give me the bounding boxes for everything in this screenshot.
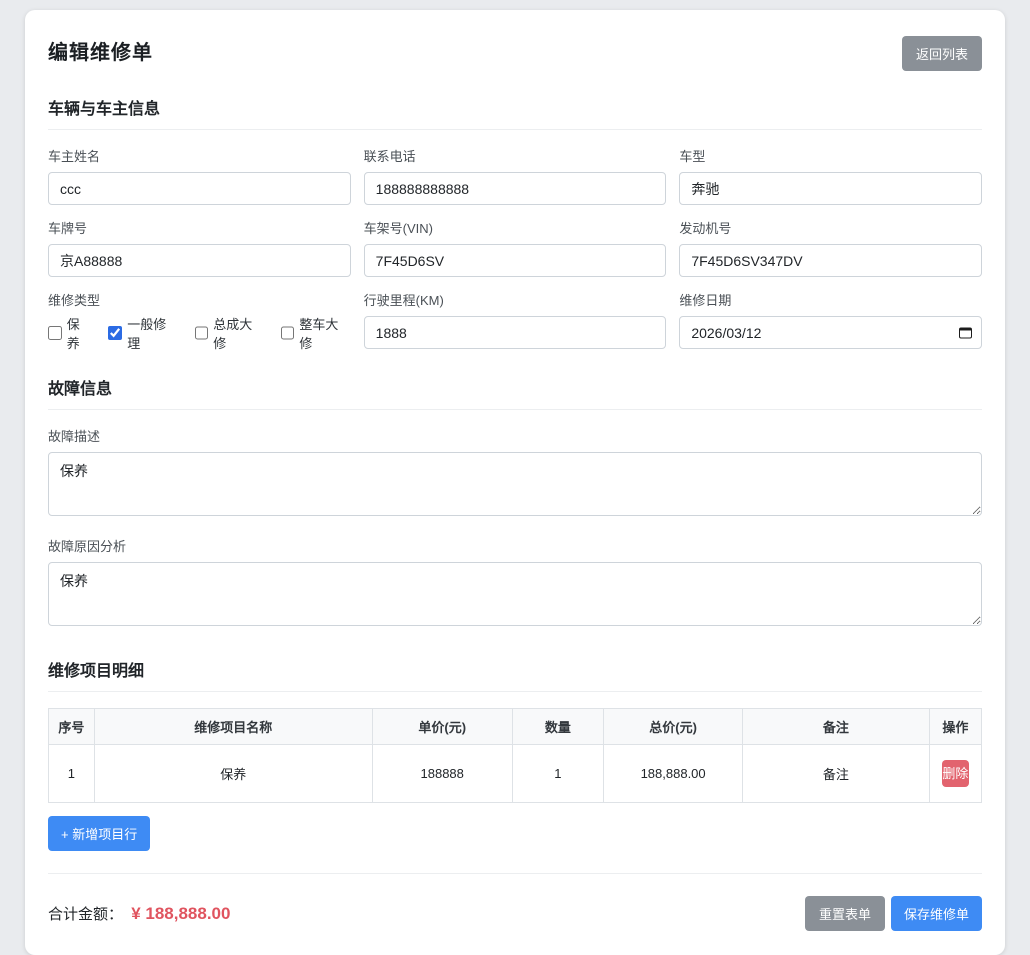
repair-type-option-label: 整车大修 bbox=[299, 314, 350, 352]
field-plate: 车牌号 bbox=[48, 218, 351, 277]
row-name-cell[interactable]: 保养 bbox=[94, 745, 372, 803]
total-amount-line: 合计金额： ¥ 188,888.00 bbox=[48, 903, 230, 924]
repair-type-option-label: 一般修理 bbox=[127, 314, 178, 352]
repair-type-option-zhengche[interactable]: 整车大修 bbox=[281, 314, 351, 352]
repair-type-checkbox-zongcheng[interactable] bbox=[195, 326, 209, 340]
field-mileage: 行驶里程(KM) bbox=[364, 290, 667, 349]
row-total-cell: 188,888.00 bbox=[604, 745, 743, 803]
field-repair-type: 维修类型 保养 一般修理 总成大修 整车大修 bbox=[48, 290, 351, 349]
repair-type-label: 维修类型 bbox=[48, 290, 351, 309]
col-header-qty: 数量 bbox=[512, 709, 603, 745]
owner-name-input[interactable] bbox=[48, 172, 351, 205]
repair-type-checkbox-zhengche[interactable] bbox=[281, 326, 295, 340]
row-remark-cell[interactable]: 备注 bbox=[743, 745, 930, 803]
repair-date-label: 维修日期 bbox=[679, 290, 982, 309]
mileage-label: 行驶里程(KM) bbox=[364, 290, 667, 309]
vehicle-form-grid: 车主姓名 联系电话 车型 车牌号 车架号(VIN) 发动机号 维修类型 bbox=[48, 146, 982, 349]
row-index-cell: 1 bbox=[49, 745, 95, 803]
model-label: 车型 bbox=[679, 146, 982, 165]
model-input[interactable] bbox=[679, 172, 982, 205]
repair-type-checkbox-baoyang[interactable] bbox=[48, 326, 62, 340]
vin-label: 车架号(VIN) bbox=[364, 218, 667, 237]
col-header-remark: 备注 bbox=[743, 709, 930, 745]
repair-type-option-label: 保养 bbox=[67, 314, 93, 352]
plate-input[interactable] bbox=[48, 244, 351, 277]
phone-label: 联系电话 bbox=[364, 146, 667, 165]
field-owner-name: 车主姓名 bbox=[48, 146, 351, 205]
fault-analysis-textarea[interactable]: 保养 bbox=[48, 562, 982, 626]
field-fault-analysis: 故障原因分析 保养 bbox=[48, 536, 982, 631]
field-model: 车型 bbox=[679, 146, 982, 205]
field-engine: 发动机号 bbox=[679, 218, 982, 277]
plate-label: 车牌号 bbox=[48, 218, 351, 237]
table-row: 1 保养 188888 1 188,888.00 备注 删除 bbox=[49, 745, 982, 803]
reset-form-button[interactable]: 重置表单 bbox=[805, 896, 885, 931]
total-amount-label: 合计金额： bbox=[48, 906, 123, 923]
owner-name-label: 车主姓名 bbox=[48, 146, 351, 165]
row-qty-cell[interactable]: 1 bbox=[512, 745, 603, 803]
repair-date-input[interactable] bbox=[679, 316, 982, 349]
repair-items-table: 序号 维修项目名称 单价(元) 数量 总价(元) 备注 操作 1 保养 1888… bbox=[48, 708, 982, 803]
repair-type-option-baoyang[interactable]: 保养 bbox=[48, 314, 92, 352]
section-heading-fault: 故障信息 bbox=[48, 375, 982, 410]
col-header-index: 序号 bbox=[49, 709, 95, 745]
field-fault-desc: 故障描述 保养 bbox=[48, 426, 982, 521]
col-header-name: 维修项目名称 bbox=[94, 709, 372, 745]
calendar-icon[interactable] bbox=[959, 327, 972, 338]
fault-analysis-label: 故障原因分析 bbox=[48, 536, 982, 555]
repair-date-wrap bbox=[679, 316, 982, 349]
back-to-list-button[interactable]: 返回列表 bbox=[902, 36, 982, 71]
fault-desc-textarea[interactable]: 保养 bbox=[48, 452, 982, 516]
field-vin: 车架号(VIN) bbox=[364, 218, 667, 277]
row-unit-price-cell[interactable]: 188888 bbox=[372, 745, 512, 803]
field-repair-date: 维修日期 bbox=[679, 290, 982, 349]
footer-buttons: 重置表单 保存维修单 bbox=[805, 896, 982, 931]
repair-type-checkbox-group: 保养 一般修理 总成大修 整车大修 bbox=[48, 316, 351, 349]
repair-type-option-label: 总成大修 bbox=[213, 314, 264, 352]
field-phone: 联系电话 bbox=[364, 146, 667, 205]
page-title: 编辑维修单 bbox=[48, 36, 153, 65]
add-item-row-button[interactable]: + 新增项目行 bbox=[48, 816, 150, 851]
card-header: 编辑维修单 返回列表 bbox=[48, 36, 982, 71]
section-heading-vehicle: 车辆与车主信息 bbox=[48, 95, 982, 130]
col-header-actions: 操作 bbox=[929, 709, 981, 745]
vin-input[interactable] bbox=[364, 244, 667, 277]
engine-input[interactable] bbox=[679, 244, 982, 277]
col-header-total: 总价(元) bbox=[604, 709, 743, 745]
table-header-row: 序号 维修项目名称 单价(元) 数量 总价(元) 备注 操作 bbox=[49, 709, 982, 745]
total-amount-value: ¥ 188,888.00 bbox=[131, 904, 230, 923]
repair-type-option-yiban[interactable]: 一般修理 bbox=[108, 314, 178, 352]
engine-label: 发动机号 bbox=[679, 218, 982, 237]
section-heading-items: 维修项目明细 bbox=[48, 657, 982, 692]
phone-input[interactable] bbox=[364, 172, 667, 205]
mileage-input[interactable] bbox=[364, 316, 667, 349]
delete-row-button[interactable]: 删除 bbox=[942, 760, 969, 788]
repair-order-card: 编辑维修单 返回列表 车辆与车主信息 车主姓名 联系电话 车型 车牌号 车架号(… bbox=[25, 10, 1005, 955]
repair-type-option-zongcheng[interactable]: 总成大修 bbox=[195, 314, 265, 352]
fault-desc-label: 故障描述 bbox=[48, 426, 982, 445]
save-repair-order-button[interactable]: 保存维修单 bbox=[891, 896, 982, 931]
repair-type-checkbox-yiban[interactable] bbox=[108, 326, 122, 340]
footer-bar: 合计金额： ¥ 188,888.00 重置表单 保存维修单 bbox=[48, 873, 982, 931]
col-header-unit-price: 单价(元) bbox=[372, 709, 512, 745]
row-actions-cell: 删除 bbox=[929, 745, 981, 803]
